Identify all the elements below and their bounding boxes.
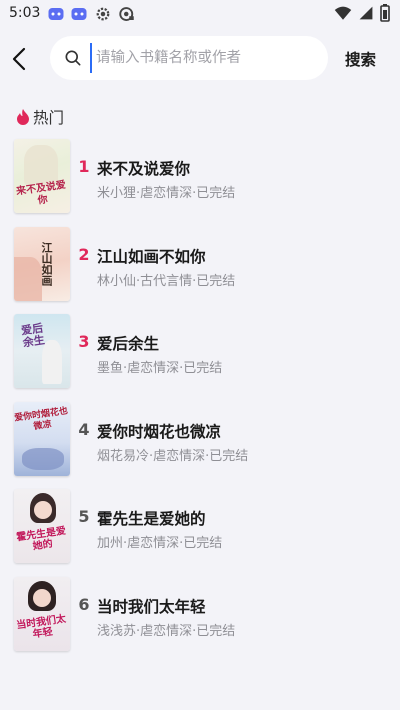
book-rank: 6 <box>78 594 90 614</box>
hot-book-list: 来不及说爱你 1 来不及说爱你 米小狸·虐恋情深·已完结 江山如画 2 江山如画… <box>0 135 400 661</box>
book-rank: 2 <box>78 244 90 264</box>
search-input[interactable] <box>90 43 321 73</box>
book-item[interactable]: 爱你时烟花也微凉 4 爱你时烟花也微凉 烟花易冷·虐恋情深·已完结 <box>0 398 400 486</box>
flame-icon <box>17 109 29 125</box>
search-icon <box>65 50 81 66</box>
section-title: 热门 <box>33 109 65 127</box>
book-meta: 加州·虐恋情深·已完结 <box>97 536 223 552</box>
book-meta: 林小仙·古代言情·已完结 <box>97 273 236 289</box>
gamepad-icon <box>71 8 87 20</box>
book-meta: 墨鱼·虐恋情深·已完结 <box>97 361 223 377</box>
book-rank: 1 <box>78 157 90 176</box>
book-title: 爱后余生 <box>97 335 160 354</box>
book-meta: 烟花易冷·虐恋情深·已完结 <box>97 448 249 464</box>
book-meta: 米小狸·虐恋情深·已完结 <box>97 186 236 201</box>
assistant-icon <box>119 7 134 21</box>
book-item[interactable]: 霍先生是爱她的 5 霍先生是爱她的 加州·虐恋情深·已完结 <box>0 485 400 573</box>
status-time: 5:03 <box>9 5 41 21</box>
hot-section-header: 热门 <box>16 106 64 128</box>
book-item[interactable]: 爱后余生 3 爱后余生 墨鱼·虐恋情深·已完结 <box>0 310 400 398</box>
book-title: 当时我们太年轻 <box>97 597 206 616</box>
signal-icon <box>359 6 373 20</box>
book-cover: 爱你时烟花也微凉 <box>14 401 70 476</box>
book-cover: 来不及说爱你 <box>14 139 70 213</box>
back-button[interactable] <box>6 44 32 74</box>
book-title: 江山如画不如你 <box>97 247 206 266</box>
book-item[interactable]: 江山如画 2 江山如画不如你 林小仙·古代言情·已完结 <box>0 223 400 311</box>
book-item[interactable]: 来不及说爱你 1 来不及说爱你 米小狸·虐恋情深·已完结 <box>0 135 400 223</box>
battery-icon <box>380 4 390 22</box>
gear-icon <box>96 7 110 21</box>
search-button[interactable]: 搜索 <box>345 48 376 70</box>
book-cover: 当时我们太年轻 <box>14 576 70 651</box>
book-rank: 4 <box>78 419 90 439</box>
book-meta: 浅浅苏·虐恋情深·已完结 <box>97 623 236 639</box>
book-rank: 3 <box>78 332 90 352</box>
book-cover: 爱后余生 <box>14 314 70 389</box>
book-title: 来不及说爱你 <box>97 160 191 178</box>
wifi-icon <box>334 6 352 20</box>
book-cover: 江山如画 <box>14 226 70 301</box>
chevron-left-icon <box>12 47 26 71</box>
search-box[interactable] <box>50 36 328 80</box>
book-title: 霍先生是爱她的 <box>97 510 206 529</box>
book-rank: 5 <box>78 507 90 527</box>
book-title: 爱你时烟花也微凉 <box>97 422 222 441</box>
gamepad-icon <box>48 8 64 20</box>
status-bar: 5:03 <box>0 0 400 28</box>
book-item[interactable]: 当时我们太年轻 6 当时我们太年轻 浅浅苏·虐恋情深·已完结 <box>0 573 400 661</box>
book-cover: 霍先生是爱她的 <box>14 489 70 564</box>
